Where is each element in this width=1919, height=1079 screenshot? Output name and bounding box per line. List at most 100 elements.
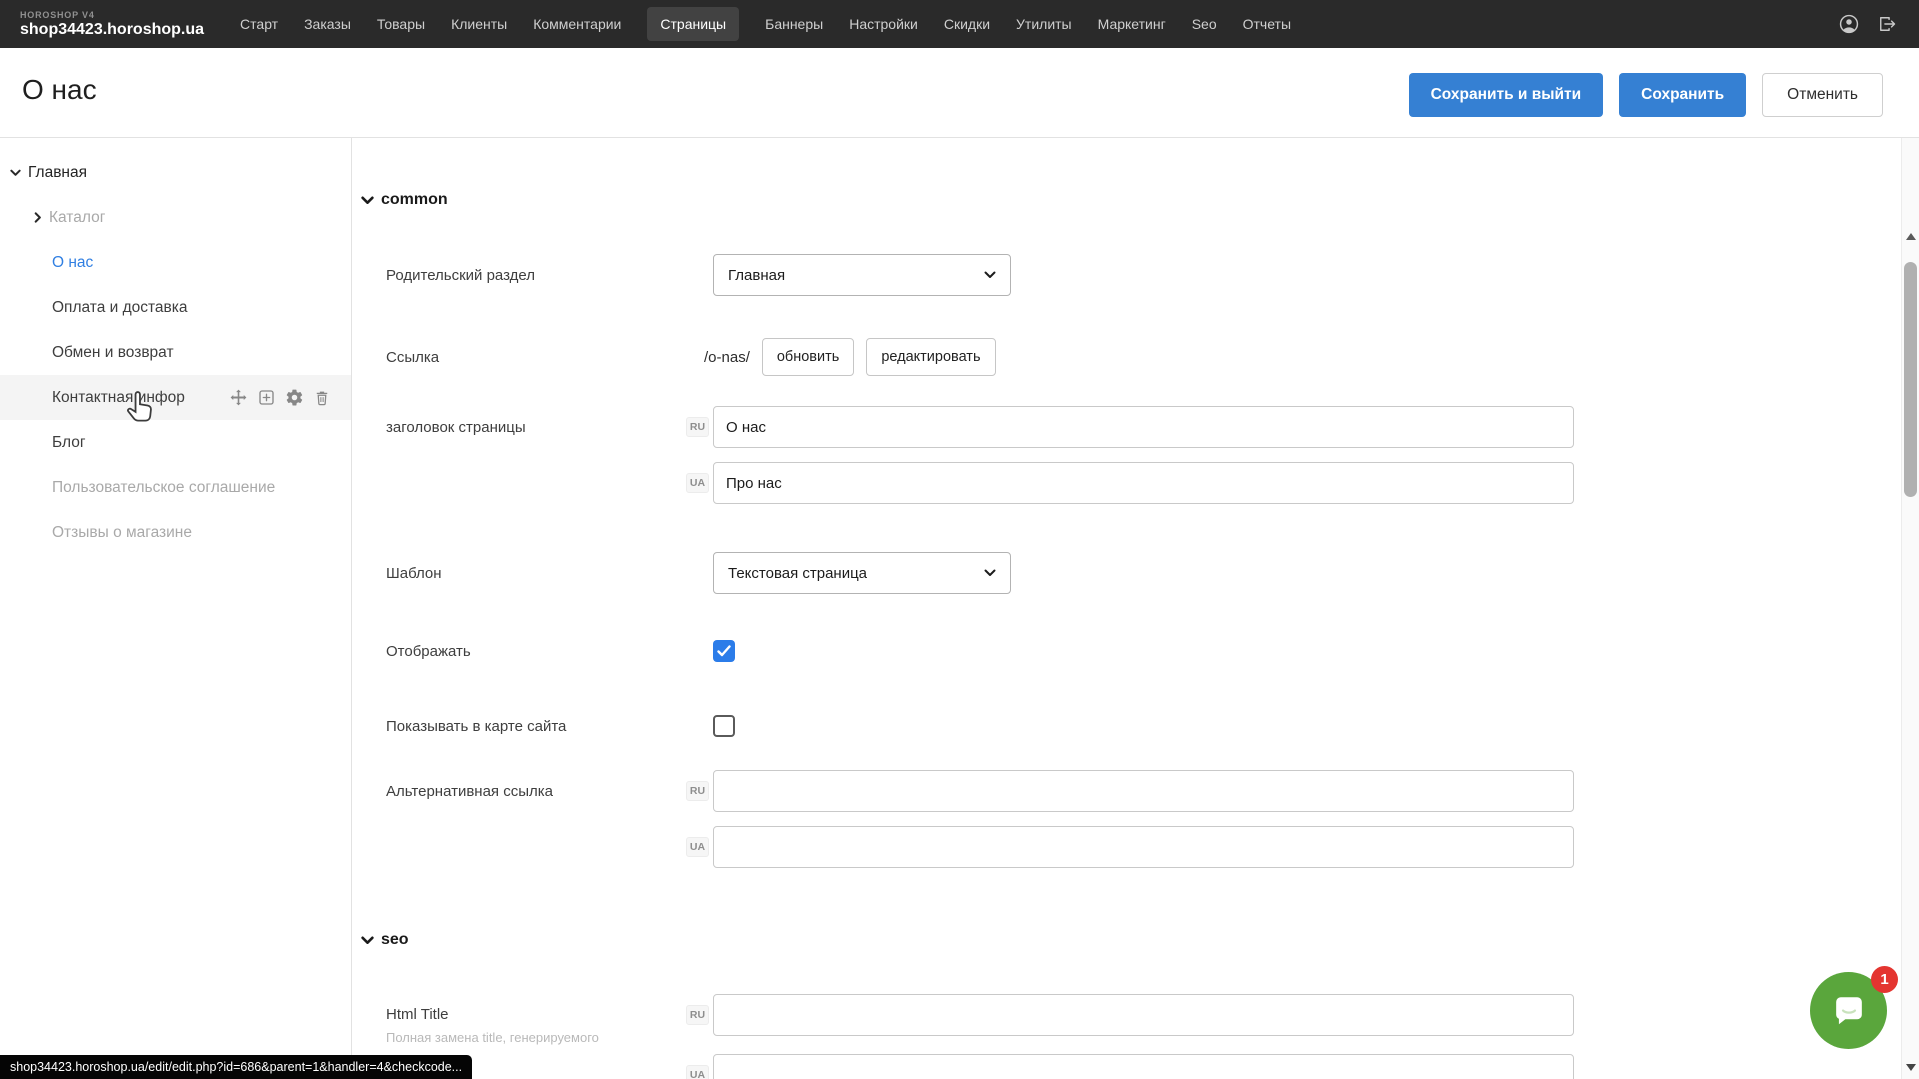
lang-badge-ru: RU [686, 417, 709, 437]
account-icon[interactable] [1838, 13, 1860, 35]
vertical-scrollbar[interactable] [1901, 138, 1919, 1079]
alt-link-ru-row: Альтернативная ссылка RU [353, 770, 1901, 812]
sitemap-row: Показывать в карте сайта [353, 715, 1901, 737]
sidebar-item[interactable]: Главная [0, 150, 351, 195]
scroll-up-arrow-icon[interactable] [1906, 233, 1916, 240]
sidebar-item-label: Отзывы о магазине [52, 524, 192, 542]
html-title-ru-input[interactable] [713, 994, 1574, 1036]
section-seo-label: seo [381, 931, 409, 949]
parent-section-label: Родительский раздел [386, 267, 686, 284]
section-seo[interactable]: seo [353, 926, 1901, 954]
sitemap-checkbox[interactable] [713, 715, 735, 737]
top-menu-item[interactable]: Баннеры [765, 16, 823, 32]
sidebar-item-label: Каталог [49, 209, 105, 227]
template-select[interactable]: Текстовая страница [713, 552, 1011, 594]
top-menu-item[interactable]: Комментарии [533, 16, 621, 32]
alt-link-ua-input[interactable] [713, 826, 1574, 868]
alt-link-ua-row: UA [353, 826, 1901, 868]
page-title-ua-row: UA [353, 462, 1901, 504]
page-title-ua-input[interactable] [713, 462, 1574, 504]
top-menu-item[interactable]: Страницы [647, 7, 739, 41]
top-menu-item[interactable]: Заказы [304, 16, 351, 32]
top-menu-item[interactable]: Старт [240, 16, 278, 32]
parent-section-select[interactable]: Главная [713, 254, 1011, 296]
link-edit-button[interactable]: редактировать [866, 338, 995, 376]
sidebar-item[interactable]: Пользовательское соглашение [0, 465, 351, 510]
sidebar-item-label: Главная [28, 164, 87, 182]
logout-icon[interactable] [1877, 14, 1897, 34]
chat-bubble-icon [1827, 989, 1871, 1033]
sidebar-item-label: Блог [52, 434, 86, 452]
scrollbar-thumb[interactable] [1904, 262, 1917, 497]
settings-icon[interactable] [285, 388, 304, 407]
cancel-button[interactable]: Отменить [1762, 73, 1883, 117]
top-menu-item[interactable]: Маркетинг [1098, 16, 1166, 32]
html-title-ua-row: UA [353, 1054, 1901, 1079]
sidebar-item[interactable]: Блог [0, 420, 351, 465]
section-common-label: common [381, 191, 448, 209]
sidebar-item-label: Пользовательское соглашение [52, 479, 275, 497]
chat-widget-button[interactable]: 1 [1810, 972, 1887, 1049]
template-row: Шаблон Текстовая страница [353, 552, 1901, 594]
page-title-ru-input[interactable] [713, 406, 1574, 448]
parent-section-row: Родительский раздел Главная [353, 254, 1901, 296]
scroll-down-arrow-icon[interactable] [1906, 1064, 1916, 1071]
html-title-ua-input[interactable] [713, 1054, 1574, 1079]
topbar: HOROSHOP V4 shop34423.horoshop.ua Старт З… [0, 0, 1919, 48]
template-label: Шаблон [386, 565, 686, 582]
top-menu-item[interactable]: Клиенты [451, 16, 507, 32]
sidebar-item[interactable]: Контактная инфор [0, 375, 351, 420]
chevron-down-icon[interactable] [10, 169, 21, 177]
pages-tree-sidebar: Главная Каталог О нас Оплата и доставка Обме… [0, 138, 352, 1079]
parent-section-value: Главная [728, 267, 785, 284]
link-refresh-button[interactable]: обновить [762, 338, 854, 376]
display-label: Отображать [386, 643, 686, 660]
brand[interactable]: HOROSHOP V4 shop34423.horoshop.ua [0, 10, 204, 39]
top-menu-item[interactable]: Seo [1192, 16, 1217, 32]
top-menu-item[interactable]: Товары [377, 16, 425, 32]
lang-badge-ru: RU [686, 781, 709, 801]
lang-badge-ua: UA [686, 473, 709, 493]
top-menu: Старт Заказы Товары Клиенты Комментарии Стран… [240, 7, 1291, 41]
sidebar-item[interactable]: Каталог [0, 195, 351, 240]
lang-badge-ru: RU [686, 1005, 709, 1025]
chevron-down-icon [361, 936, 374, 945]
link-row: Ссылка /o-nas/ обновить редактировать [353, 338, 1901, 376]
sidebar-item-label: Оплата и доставка [52, 299, 188, 317]
sidebar-item-actions [229, 388, 331, 407]
section-common[interactable]: common [353, 186, 1901, 214]
html-title-description: Полная замена title, генерируемого [386, 1030, 686, 1045]
html-title-label: Html Title [386, 1006, 686, 1023]
html-title-ru-row: Html Title Полная замена title, генериру… [353, 994, 1901, 1036]
display-checkbox[interactable] [713, 640, 735, 662]
page-title-label: заголовок страницы [386, 419, 686, 436]
sidebar-item-label: Контактная инфор [52, 389, 185, 407]
brand-domain: shop34423.horoshop.ua [20, 21, 204, 39]
alt-link-label: Альтернативная ссылка [386, 783, 686, 800]
save-exit-button[interactable]: Сохранить и выйти [1409, 73, 1604, 117]
page-title: О нас [22, 74, 97, 106]
link-label: Ссылка [386, 349, 686, 366]
lang-badge-ua: UA [686, 1065, 709, 1079]
display-row: Отображать [353, 640, 1901, 662]
top-menu-item[interactable]: Утилиты [1016, 16, 1072, 32]
delete-icon[interactable] [313, 388, 331, 407]
chevron-right-icon[interactable] [34, 212, 42, 223]
top-menu-item[interactable]: Скидки [944, 16, 990, 32]
add-icon[interactable] [257, 388, 276, 407]
top-menu-item[interactable]: Отчеты [1243, 16, 1291, 32]
move-icon[interactable] [229, 388, 248, 407]
top-menu-item[interactable]: Настройки [849, 16, 918, 32]
template-value: Текстовая страница [728, 565, 867, 582]
sidebar-item[interactable]: Отзывы о магазине [0, 510, 351, 555]
save-button[interactable]: Сохранить [1619, 73, 1746, 117]
sidebar-item-label: О нас [52, 254, 93, 272]
sitemap-label: Показывать в карте сайта [386, 718, 686, 735]
sidebar-item[interactable]: О нас [0, 240, 351, 285]
page-title-ru-row: заголовок страницы RU [353, 406, 1901, 448]
sidebar-item[interactable]: Оплата и доставка [0, 285, 351, 330]
sidebar-item[interactable]: Обмен и возврат [0, 330, 351, 375]
link-path: /o-nas/ [704, 349, 750, 366]
alt-link-ru-input[interactable] [713, 770, 1574, 812]
chevron-down-icon [984, 271, 996, 279]
